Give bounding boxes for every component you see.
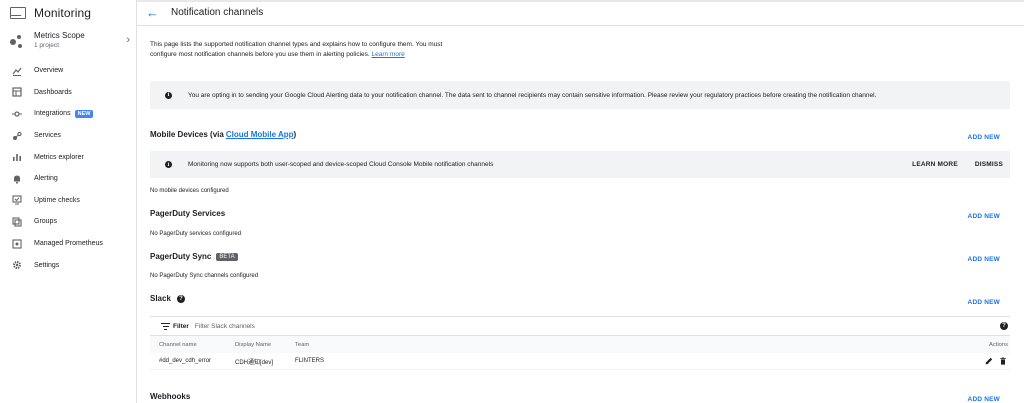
mobile-title-suffix: ) — [293, 130, 297, 139]
webhooks-title: Webhooks — [150, 392, 191, 401]
pagerduty-sync-title: PagerDuty Sync — [150, 252, 212, 261]
add-webhook-button[interactable]: ADD NEW — [968, 396, 1000, 403]
chart-line-icon — [12, 66, 22, 76]
app-root: Monitoring Metrics Scope 1 project › Ove… — [0, 0, 1024, 403]
sidebar-item-label: Uptime checks — [34, 196, 80, 204]
sidebar-item-integrations[interactable]: Integrations NEW — [0, 103, 136, 125]
dashboard-icon — [12, 87, 22, 97]
sidebar-item-label: Groups — [34, 218, 57, 226]
table-header: Channel name Display Name Team Actions — [150, 336, 1010, 353]
info-icon: i — [165, 161, 172, 168]
sidebar-item-uptime-checks[interactable]: Uptime checks — [0, 190, 136, 212]
filter-input[interactable] — [194, 322, 395, 330]
groups-icon — [12, 217, 22, 227]
row-actions — [985, 357, 1007, 365]
filter-icon — [161, 322, 170, 330]
cell-channel: #dd_dev_cdh_error — [159, 358, 212, 364]
chevron-right-icon: › — [126, 34, 130, 46]
add-pagerduty-button[interactable]: ADD NEW — [968, 213, 1000, 220]
info-banner-text: You are opting in to sending your Google… — [188, 91, 877, 99]
intro-text: This page lists the supported notificati… — [150, 40, 450, 60]
cell-team: FLINTERS — [295, 358, 325, 364]
sidebar-item-label: Integrations — [34, 110, 71, 118]
info-icon: i — [165, 91, 172, 99]
slack-table: Filter ? Channel name Display Name Team … — [150, 316, 1010, 370]
column-header-channel[interactable]: Channel name — [159, 342, 197, 348]
metrics-scope-selector[interactable]: Metrics Scope 1 project › — [10, 31, 130, 55]
section-title-slack: Slack ? — [150, 294, 185, 303]
pagerduty-empty-text: No PagerDuty services configured — [150, 231, 242, 237]
gear-icon — [12, 260, 22, 270]
page-header: ← Notification channels — [137, 0, 1024, 26]
learn-more-button[interactable]: LEARN MORE — [912, 161, 958, 168]
prometheus-icon — [12, 238, 22, 249]
back-arrow-icon[interactable]: ← — [146, 5, 160, 20]
beta-badge: BETA — [216, 252, 238, 261]
bar-chart-icon — [12, 152, 22, 162]
section-title-webhooks: Webhooks — [150, 392, 190, 401]
scope-title: Metrics Scope — [34, 31, 85, 40]
new-badge: NEW — [74, 109, 94, 118]
section-title-pagerduty-sync: PagerDuty Sync BETA — [150, 252, 238, 261]
column-header-team[interactable]: Team — [295, 342, 309, 348]
sidebar-item-label: Settings — [34, 261, 60, 269]
delete-icon[interactable] — [999, 357, 1007, 365]
sidebar-item-groups[interactable]: Groups — [0, 211, 136, 233]
sidebar-item-label: Alerting — [34, 175, 58, 183]
uptime-icon — [12, 195, 22, 205]
mobile-title-prefix: Mobile Devices (via — [150, 130, 224, 139]
sidebar-nav: Overview Dashboards Integrations NEW Ser… — [0, 60, 136, 276]
column-header-display[interactable]: Display Name — [235, 342, 271, 348]
info-banner: i You are opting in to sending your Goog… — [150, 81, 1010, 109]
help-icon[interactable]: ? — [1000, 322, 1008, 330]
sidebar: Monitoring Metrics Scope 1 project › Ove… — [0, 0, 137, 403]
sidebar-item-services[interactable]: Services — [0, 125, 136, 147]
add-mobile-button[interactable]: ADD NEW — [968, 134, 1000, 141]
slack-title: Slack — [150, 294, 171, 303]
services-icon — [12, 131, 22, 141]
main-content: This page lists the supported notificati… — [137, 27, 1024, 403]
integrations-icon — [12, 109, 22, 119]
mobile-banner-text: Monitoring now supports both user-scoped… — [188, 161, 494, 168]
section-title-pagerduty: PagerDuty Services — [150, 209, 225, 218]
pagerduty-title: PagerDuty Services — [150, 209, 226, 218]
edit-icon[interactable] — [985, 357, 993, 365]
monitoring-icon — [10, 7, 26, 19]
sidebar-item-overview[interactable]: Overview — [0, 60, 136, 82]
sidebar-item-label: Managed Prometheus — [34, 240, 103, 248]
add-slack-button[interactable]: ADD NEW — [968, 299, 1000, 306]
learn-more-link[interactable]: Learn more — [372, 51, 405, 58]
column-header-actions: Actions — [988, 341, 1008, 348]
sidebar-item-label: Overview — [34, 67, 64, 75]
scope-subtitle: 1 project — [34, 42, 59, 49]
sidebar-item-label: Metrics explorer — [34, 153, 84, 161]
mobile-banner: i Monitoring now supports both user-scop… — [150, 151, 1010, 178]
brand[interactable]: Monitoring — [10, 5, 91, 21]
bell-icon — [12, 174, 22, 184]
help-icon[interactable]: ? — [176, 294, 185, 303]
sidebar-item-label: Dashboards — [34, 88, 72, 96]
app-title: Monitoring — [34, 6, 92, 20]
sidebar-item-settings[interactable]: Settings — [0, 254, 136, 276]
section-title-mobile: Mobile Devices (via Cloud Mobile App ) — [150, 130, 296, 139]
mobile-empty-text: No mobile devices configured — [150, 188, 229, 194]
sidebar-item-managed-prometheus[interactable]: Managed Prometheus — [0, 233, 136, 255]
sidebar-item-alerting[interactable]: Alerting — [0, 168, 136, 190]
filter-label: Filter — [173, 322, 189, 330]
scope-icon — [10, 35, 24, 49]
page-title: Notification channels — [171, 7, 264, 18]
add-pagerduty-sync-button[interactable]: ADD NEW — [968, 256, 1000, 263]
sidebar-item-label: Services — [34, 132, 61, 140]
table-row[interactable]: #dd_dev_cdh_error CDH通知[dev] FLINTERS — [150, 353, 1010, 370]
sidebar-item-metrics-explorer[interactable]: Metrics explorer — [0, 146, 136, 168]
dismiss-button[interactable]: DISMISS — [975, 161, 1003, 168]
scope-text: Metrics Scope 1 project — [34, 31, 85, 51]
cloud-mobile-app-link[interactable]: Cloud Mobile App — [226, 130, 294, 139]
pagerduty-sync-empty-text: No PagerDuty Sync channels configured — [150, 273, 259, 279]
sidebar-item-dashboards[interactable]: Dashboards — [0, 82, 136, 104]
cell-display-name: CDH通知[dev] — [235, 359, 274, 366]
filter-bar: Filter ? — [150, 316, 1010, 336]
